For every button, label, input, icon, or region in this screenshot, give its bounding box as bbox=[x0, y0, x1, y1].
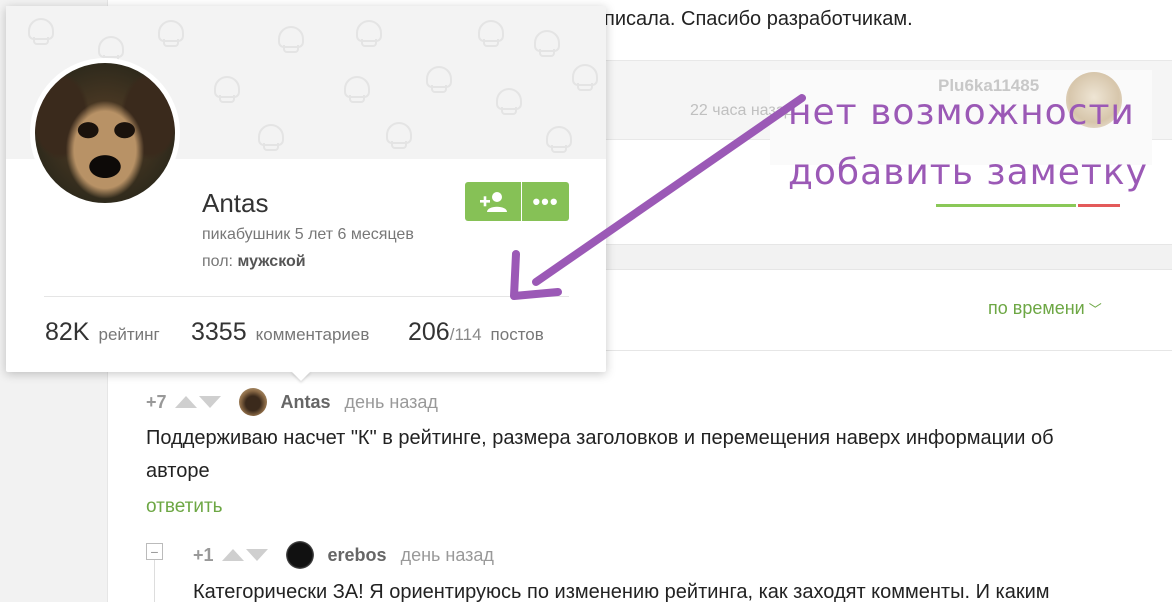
stat-posts[interactable]: 206 /114 постов bbox=[408, 318, 544, 347]
stat-comments[interactable]: 3355 комментариев bbox=[191, 318, 369, 347]
cupcake-pattern-icon bbox=[572, 64, 598, 91]
stat-rating-value: 82K bbox=[45, 318, 90, 346]
more-options-button[interactable]: ••• bbox=[522, 182, 569, 221]
cupcake-pattern-icon bbox=[534, 30, 560, 57]
comment-author[interactable]: Antas bbox=[281, 392, 331, 413]
downvote-icon[interactable] bbox=[245, 549, 268, 561]
cupcake-pattern-icon bbox=[546, 126, 572, 153]
comment-time[interactable]: день назад bbox=[345, 392, 438, 413]
rating-bar-positive bbox=[936, 204, 1076, 207]
gender-label: пол: bbox=[202, 253, 233, 270]
comment-text: Категорически ЗА! Я ориентируюсь по изме… bbox=[193, 576, 1049, 602]
story-time: 22 часа назад bbox=[690, 102, 794, 119]
stat-posts-sub: /114 bbox=[449, 325, 482, 344]
add-user-icon bbox=[480, 191, 507, 212]
annotation-line-2: добавить заметку bbox=[788, 152, 1148, 193]
cupcake-pattern-icon bbox=[98, 36, 124, 63]
cupcake-pattern-icon bbox=[496, 88, 522, 115]
annotation-line-1: нет возможности bbox=[788, 92, 1135, 133]
story-text-fragment: писала. Спасибо разработчикам. bbox=[604, 8, 913, 30]
gender-value: мужской bbox=[237, 253, 306, 270]
profile-card: Antas пикабушник 5 лет 6 месяцев пол: му… bbox=[6, 6, 606, 372]
stat-comments-label: комментариев bbox=[255, 325, 370, 344]
sort-dropdown[interactable]: по времени ﹀ bbox=[988, 298, 1102, 319]
comment-time[interactable]: день назад bbox=[401, 545, 494, 566]
chevron-down-icon: ﹀ bbox=[1088, 302, 1102, 317]
cupcake-pattern-icon bbox=[158, 20, 184, 47]
comment-text-line: Категорически ЗА! Я ориентируюсь по изме… bbox=[193, 581, 1050, 602]
avatar[interactable] bbox=[285, 541, 314, 569]
comment-score: +1 bbox=[193, 544, 214, 565]
downvote-icon[interactable] bbox=[198, 396, 221, 408]
cupcake-pattern-icon bbox=[344, 76, 370, 103]
profile-card-pointer bbox=[291, 371, 311, 381]
profile-gender: пол: мужской bbox=[202, 253, 306, 271]
cupcake-pattern-icon bbox=[28, 18, 54, 45]
comment-text-line: Поддерживаю насчет "К" в рейтинге, разме… bbox=[146, 427, 1054, 449]
cupcake-pattern-icon bbox=[426, 66, 452, 93]
cupcake-pattern-icon bbox=[258, 124, 284, 151]
rating-bar-negative bbox=[1078, 204, 1120, 207]
profile-name[interactable]: Antas bbox=[202, 188, 269, 219]
stat-comments-value: 3355 bbox=[191, 318, 247, 346]
follow-button[interactable] bbox=[465, 182, 521, 221]
avatar[interactable] bbox=[238, 388, 267, 416]
cupcake-pattern-icon bbox=[356, 20, 382, 47]
comment-header: +1 erebos день назад bbox=[193, 541, 494, 569]
comment-author[interactable]: erebos bbox=[328, 545, 387, 566]
thread-line[interactable] bbox=[154, 560, 155, 602]
cupcake-pattern-icon bbox=[478, 20, 504, 47]
profile-avatar[interactable] bbox=[30, 58, 180, 208]
stat-posts-value: 206 bbox=[408, 318, 450, 346]
comment-text: Поддерживаю насчет "К" в рейтинге, разме… bbox=[146, 422, 1054, 488]
upvote-icon[interactable] bbox=[221, 549, 244, 561]
cupcake-pattern-icon bbox=[386, 122, 412, 149]
sort-label: по времени bbox=[988, 298, 1085, 318]
comment-score: +7 bbox=[146, 391, 167, 412]
cupcake-pattern-icon bbox=[214, 76, 240, 103]
collapse-thread-button[interactable]: − bbox=[146, 543, 163, 560]
stat-rating-label: рейтинг bbox=[98, 325, 160, 344]
profile-tenure: пикабушник 5 лет 6 месяцев bbox=[202, 226, 414, 243]
reply-link[interactable]: ответить bbox=[146, 496, 223, 518]
comment-header: +7 Antas день назад bbox=[146, 388, 438, 416]
stat-rating: 82K рейтинг bbox=[45, 318, 160, 347]
upvote-icon[interactable] bbox=[174, 396, 197, 408]
stat-posts-label: постов bbox=[490, 325, 544, 344]
cupcake-pattern-icon bbox=[278, 26, 304, 53]
profile-card-divider bbox=[44, 296, 569, 297]
comment-text-line: авторе bbox=[146, 460, 210, 482]
